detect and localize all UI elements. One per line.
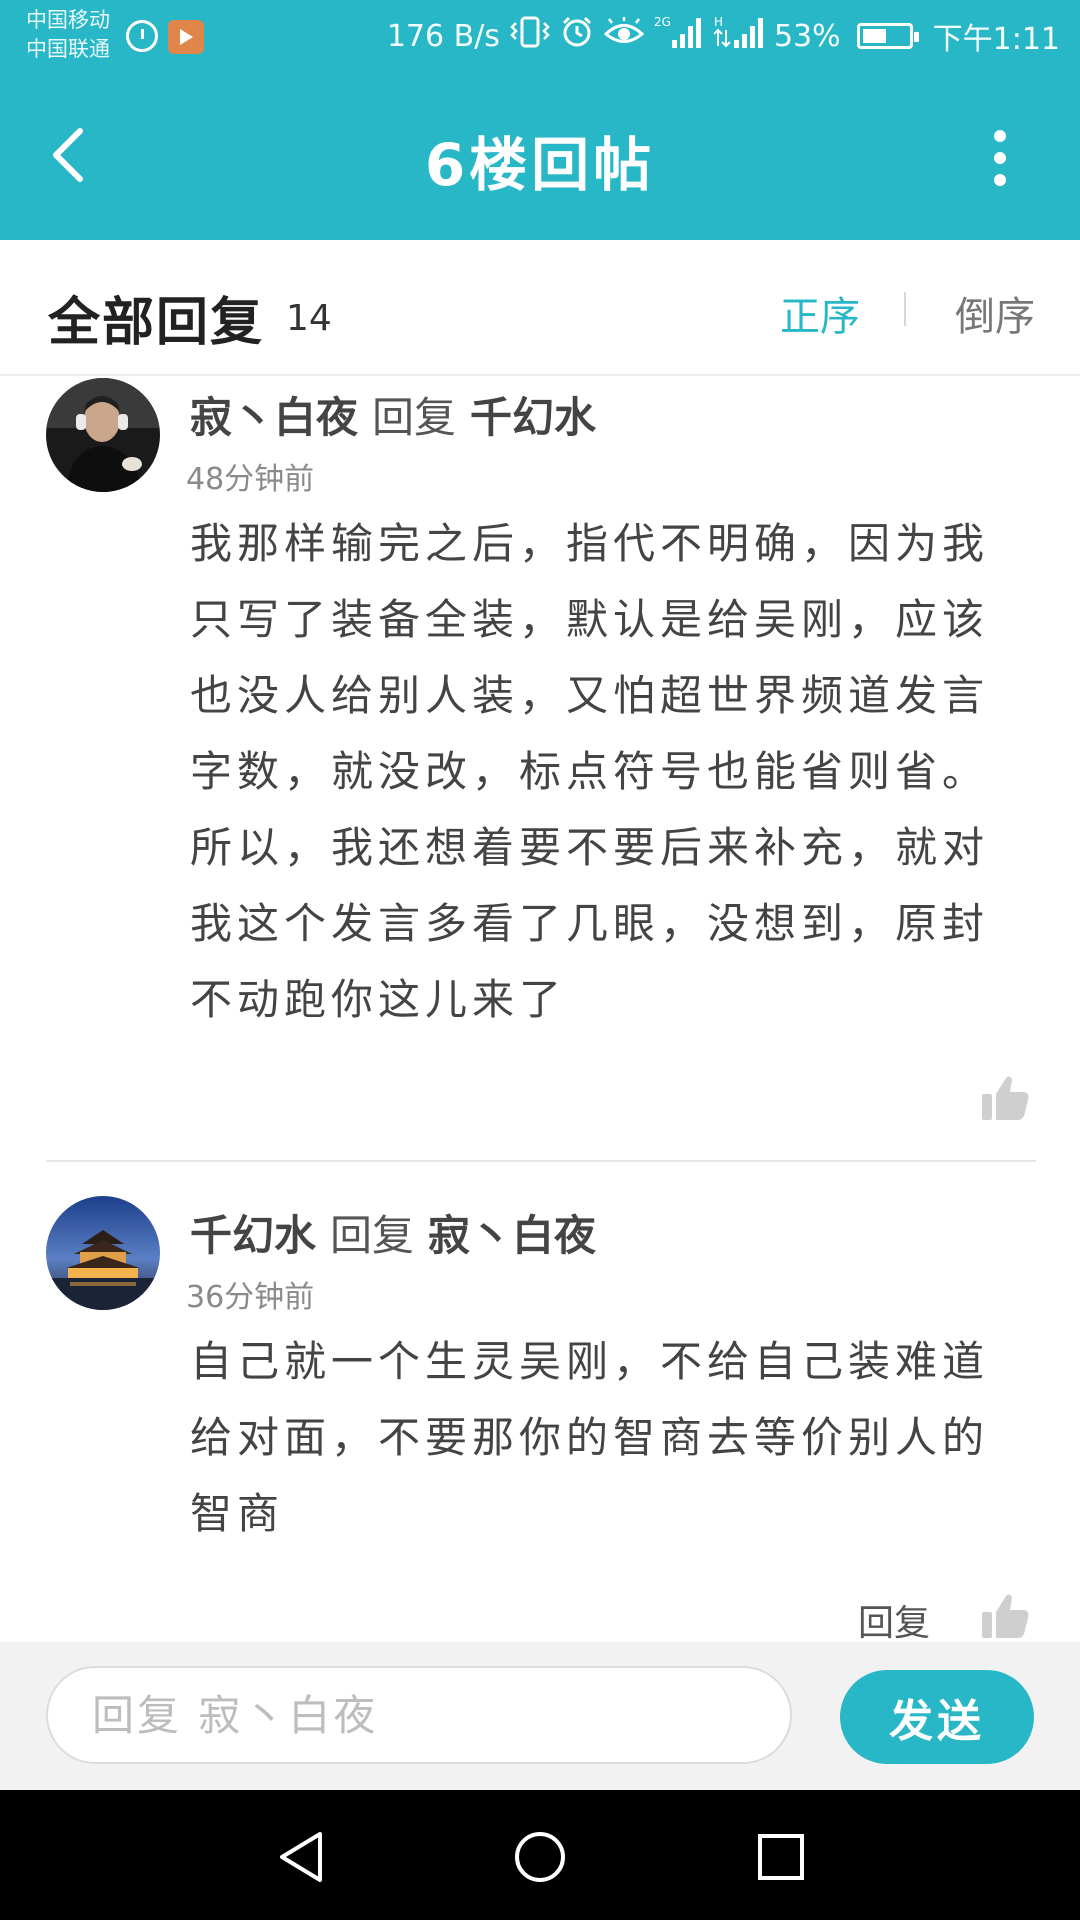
reply-item: 千幻水 回复 寂丶白夜 36分钟前 自己就一个生灵吴刚，不给自己装难道给对面，不要那… xyxy=(0,1196,1080,1642)
reply-target[interactable]: 千幻水 xyxy=(470,393,596,442)
more-dot-icon xyxy=(994,152,1006,164)
battery-percent: 53% xyxy=(773,18,841,54)
carrier-2: 中国联通 xyxy=(26,37,110,61)
system-nav-bar xyxy=(0,1790,1080,1920)
thumbs-up-icon[interactable] xyxy=(980,1592,1030,1640)
avatar[interactable] xyxy=(46,378,160,492)
reply-body: 我那样输完之后，指代不明确，因为我只写了装备全装，默认是给吴刚，应该也没人给别人… xyxy=(190,519,990,1024)
status-right: 176 B/s 2G H 53% 下午1:11 xyxy=(387,14,1060,58)
reply-header: 寂丶白夜 回复 千幻水 xyxy=(190,384,596,445)
circle-home-icon xyxy=(515,1832,565,1882)
reply-count: 14 xyxy=(286,298,332,339)
signal-h-icon: H xyxy=(713,14,764,58)
sort-ascending-tab[interactable]: 正序 xyxy=(780,284,860,342)
signal-2g-label: 2G xyxy=(654,15,671,29)
square-recents-icon xyxy=(758,1834,804,1880)
sort-descending-tab[interactable]: 倒序 xyxy=(955,284,1035,342)
signal-h-label: H xyxy=(714,15,723,29)
thumbs-up-icon[interactable] xyxy=(980,1074,1030,1122)
page-title: 6楼回帖 xyxy=(424,131,656,199)
carrier-1: 中国移动 xyxy=(26,8,110,32)
divider xyxy=(46,1160,1036,1162)
status-time: 下午1:11 xyxy=(932,22,1060,57)
vibrate-icon xyxy=(510,15,550,57)
section-title: 全部回复 xyxy=(48,293,265,353)
reply-input-bar: 发送 xyxy=(0,1642,1080,1790)
reply-time: 48分钟前 xyxy=(186,462,315,497)
more-dot-icon xyxy=(994,174,1006,186)
reply-header: 千幻水 回复 寂丶白夜 xyxy=(190,1202,596,1263)
status-carriers: 中国移动 中国联通 xyxy=(26,6,110,64)
reply-time: 36分钟前 xyxy=(186,1280,315,1315)
sort-divider xyxy=(904,292,906,326)
reply-body: 自己就一个生灵吴刚，不给自己装难道给对面，不要那你的智商去等价别人的智商 xyxy=(190,1337,990,1538)
more-dot-icon xyxy=(994,130,1006,142)
nav-home-button[interactable] xyxy=(505,1822,575,1892)
send-button[interactable]: 发送 xyxy=(840,1670,1034,1764)
network-speed: 176 B/s xyxy=(386,18,500,54)
nav-back-button[interactable] xyxy=(266,1822,336,1892)
reply-word: 回复 xyxy=(330,1211,415,1260)
eye-comfort-icon xyxy=(603,17,645,55)
reply-target[interactable]: 寂丶白夜 xyxy=(428,1211,596,1260)
reply-input[interactable] xyxy=(46,1666,792,1764)
more-options-button[interactable] xyxy=(980,128,1020,188)
app-header: 中国移动 中国联通 176 B/s 2G H 53% 下午1:11 6楼回帖 xyxy=(0,0,1080,240)
media-app-icon xyxy=(168,20,204,54)
signal-2g-icon: 2G xyxy=(654,14,704,58)
battery-icon xyxy=(856,23,919,49)
reply-button[interactable]: 回复 xyxy=(858,1594,930,1642)
reply-word: 回复 xyxy=(372,393,457,442)
reply-item: 寂丶白夜 回复 千幻水 48分钟前 我那样输完之后，指代不明确，因为我只写了装备全装… xyxy=(0,378,1080,1168)
battery-fill xyxy=(862,29,886,43)
reply-author[interactable]: 千幻水 xyxy=(190,1211,316,1260)
alarm-icon xyxy=(560,15,594,57)
replies-section-header: 全部回复 14 正序 倒序 xyxy=(0,240,1080,376)
stopwatch-icon xyxy=(126,20,158,52)
triangle-back-icon xyxy=(280,1832,322,1882)
nav-recents-button[interactable] xyxy=(746,1822,816,1892)
reply-author[interactable]: 寂丶白夜 xyxy=(190,393,358,442)
avatar[interactable] xyxy=(46,1196,160,1310)
